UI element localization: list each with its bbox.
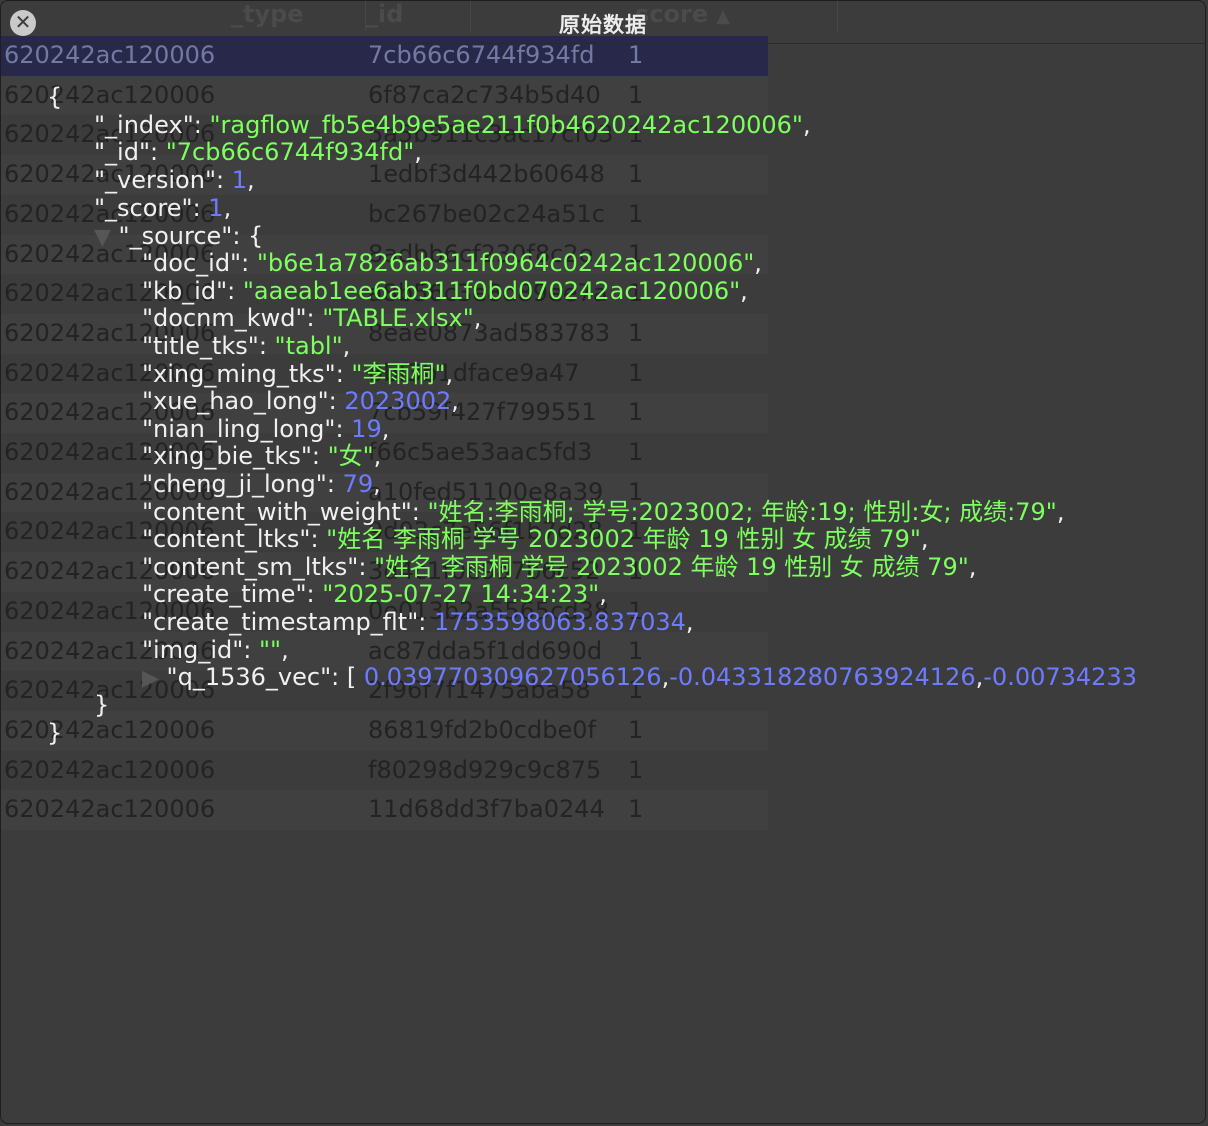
collapse-triangle-icon[interactable]: ▼ [94, 225, 111, 250]
json-open-brace: { [47, 83, 63, 111]
json-viewer: { "_index": "ragflow_fb5e4b9e5ae211f0b46… [1, 1, 1205, 747]
json-doc-id: "doc_id": "b6e1a7826ab311f0964c0242ac120… [142, 249, 762, 277]
json-content-ltks: "content_ltks": "姓名 李雨桐 学号 2023002 年龄 19… [142, 525, 929, 553]
json-q-vec[interactable]: ▶ "q_1536_vec": [ 0.039770309627056126,-… [142, 663, 1137, 691]
json-index: "_index": "ragflow_fb5e4b9e5ae211f0b4620… [94, 111, 811, 139]
raw-data-window: _type _id _score ▲ 620242ac120006 7cb66c67… [0, 0, 1206, 1124]
json-source-close-brace: } [94, 691, 110, 719]
json-create-timestamp-flt: "create_timestamp_flt": 1753598063.83703… [142, 608, 694, 636]
table-row[interactable]: 620242ac120006 f80298d929c9c875 1 [1, 751, 768, 791]
json-xing-bie-tks: "xing_bie_tks": "女", [142, 442, 382, 470]
score-cell: 1 [628, 795, 644, 824]
json-source-key[interactable]: ▼ "_source": { [94, 222, 263, 250]
json-img-id: "img_id": "", [142, 636, 289, 664]
json-content-sm-ltks: "content_sm_ltks": "姓名 李雨桐 学号 2023002 年龄… [142, 553, 977, 581]
id-cell: 11d68dd3f7ba0244 [368, 795, 605, 824]
json-content-with-weight: "content_with_weight": "姓名:李雨桐; 学号:20230… [142, 498, 1065, 526]
score-cell: 1 [628, 755, 644, 784]
json-docnm-kwd: "docnm_kwd": "TABLE.xlsx", [142, 304, 482, 332]
expand-triangle-icon[interactable]: ▶ [142, 666, 159, 691]
json-create-time: "create_time": "2025-07-27 14:34:23", [142, 580, 607, 608]
type-cell: 620242ac120006 [4, 755, 216, 784]
json-xing-ming-tks: "xing_ming_tks": "李雨桐", [142, 360, 454, 388]
json-cheng-ji-long: "cheng_ji_long": 79, [142, 470, 381, 498]
json-kb-id: "kb_id": "aaeab1ee6ab311f0bd070242ac1200… [142, 277, 748, 305]
table-row[interactable]: 620242ac120006 11d68dd3f7ba0244 1 [1, 790, 768, 830]
json-id: "_id": "7cb66c6744f934fd", [94, 138, 422, 166]
type-cell: 620242ac120006 [4, 795, 216, 824]
json-nian-ling-long: "nian_ling_long": 19, [142, 415, 390, 443]
json-close-brace: } [47, 719, 63, 747]
json-score: "_score": 1, [94, 194, 232, 222]
json-version: "_version": 1, [94, 166, 255, 194]
id-cell: f80298d929c9c875 [368, 755, 602, 784]
json-xue-hao-long: "xue_hao_long": 2023002, [142, 387, 459, 415]
json-title-tks: "title_tks": "tabl", [142, 332, 351, 360]
